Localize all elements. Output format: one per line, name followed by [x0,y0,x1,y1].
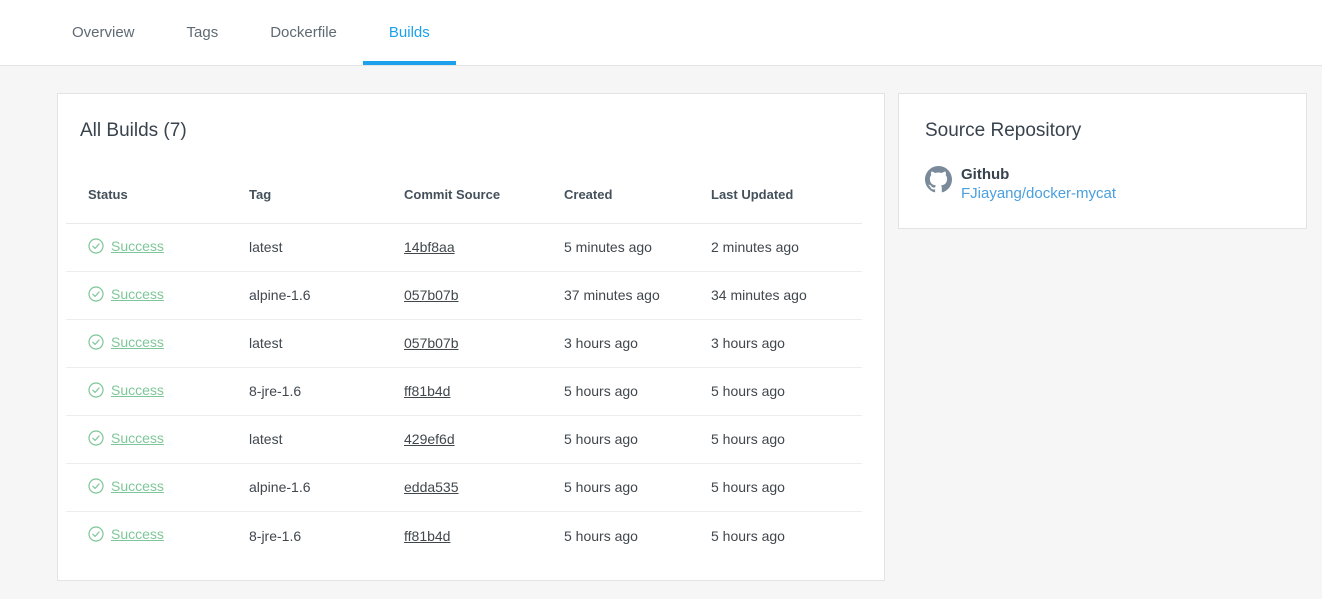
check-circle-icon [88,526,104,542]
column-header-commit-source: Commit Source [382,186,542,224]
status-cell: Success [66,319,227,368]
commit-cell: ff81b4d [382,367,542,416]
commit-link[interactable]: 14bf8aa [404,239,455,255]
column-header-last-updated: Last Updated [689,186,862,224]
all-builds-title: All Builds (7) [80,120,187,141]
status-cell: Success [66,511,227,559]
tab-tags-label: Tags [186,24,219,41]
table-row: Success 8-jre-1.6 ff81b4d 5 hours ago 5 … [66,367,862,416]
table-row: Success alpine-1.6 edda535 5 hours ago 5… [66,463,862,512]
build-status-label: Success [111,381,164,398]
commit-link[interactable]: 057b07b [404,287,459,303]
repo-link[interactable]: FJiayang/docker-mycat [961,184,1116,204]
repo-provider-label: Github [961,165,1010,183]
status-cell: Success [66,463,227,512]
tab-overview[interactable]: Overview [46,0,161,65]
table-row: Success latest 14bf8aa 5 minutes ago 2 m… [66,223,862,272]
updated-cell: 34 minutes ago [689,271,862,320]
updated-cell: 5 hours ago [689,415,862,464]
github-icon [925,165,952,193]
tab-overview-label: Overview [72,24,135,41]
commit-link[interactable]: 057b07b [404,335,459,351]
status-cell: Success [66,415,227,464]
tag-cell: 8-jre-1.6 [227,367,382,416]
column-header-created: Created [542,186,689,224]
check-circle-icon [88,478,104,494]
check-circle-icon [88,382,104,398]
tag-cell: alpine-1.6 [227,463,382,512]
build-status-link[interactable]: Success [88,430,164,446]
tab-dockerfile[interactable]: Dockerfile [244,0,363,65]
builds-page: All Builds (7) Status Tag Commit Source … [0,66,1322,599]
updated-cell: 3 hours ago [689,319,862,368]
created-cell: 5 hours ago [542,415,689,464]
all-builds-card: All Builds (7) Status Tag Commit Source … [57,93,885,581]
commit-cell: ff81b4d [382,511,542,559]
tab-builds[interactable]: Builds [363,0,456,65]
commit-link[interactable]: edda535 [404,479,459,495]
tag-cell: latest [227,319,382,368]
build-status-link[interactable]: Success [88,238,164,254]
commit-cell: 057b07b [382,271,542,320]
updated-cell: 5 hours ago [711,527,785,544]
created-cell: 5 hours ago [542,367,689,416]
column-header-tag: Tag [227,186,382,224]
build-status-label: Success [111,429,164,446]
tag-cell: alpine-1.6 [227,271,382,320]
check-circle-icon [88,334,104,350]
created-cell: 5 minutes ago [542,223,689,272]
builds-table-header-row: Status Tag Commit Source Created Last Up… [66,186,862,224]
commit-link[interactable]: ff81b4d [404,528,450,544]
updated-cell: 2 minutes ago [689,223,862,272]
build-status-link[interactable]: Success [88,526,164,542]
commit-cell: 429ef6d [382,415,542,464]
status-cell: Success [66,367,227,416]
build-status-label: Success [111,333,164,350]
commit-link[interactable]: ff81b4d [404,383,450,399]
created-cell: 5 hours ago [542,463,689,512]
repo-tabbar: Overview Tags Dockerfile Builds [0,0,1322,66]
tab-builds-label: Builds [388,24,430,41]
build-status-label: Success [111,285,164,302]
commit-cell: edda535 [382,463,542,512]
build-status-label: Success [111,477,164,494]
table-row: Success latest 429ef6d 5 hours ago 5 hou… [66,415,862,464]
tag-cell: 8-jre-1.6 [249,527,302,544]
build-status-link[interactable]: Success [88,334,164,350]
created-cell: 5 hours ago [564,527,638,544]
commit-cell: 057b07b [382,319,542,368]
tab-dockerfile-label: Dockerfile [270,24,337,41]
check-circle-icon [88,286,104,302]
table-row: Success alpine-1.6 057b07b 37 minutes ag… [66,271,862,320]
build-status-label: Success [111,237,164,254]
check-circle-icon [88,238,104,254]
updated-cell: 5 hours ago [689,463,862,512]
tag-cell: latest [227,415,382,464]
builds-table-body: Success latest 14bf8aa 5 minutes ago 2 m… [66,223,862,559]
builds-table: Status Tag Commit Source Created Last Up… [66,186,862,560]
commit-link[interactable]: 429ef6d [404,431,455,447]
column-header-status: Status [66,186,227,224]
status-cell: Success [66,223,227,272]
tag-cell: latest [227,223,382,272]
source-repository-title: Source Repository [925,120,1082,141]
tab-tags[interactable]: Tags [161,0,245,65]
source-repository-card: Source Repository Github FJiayang/docker… [898,93,1307,229]
check-circle-icon [88,430,104,446]
build-status-link[interactable]: Success [88,286,164,302]
build-status-link[interactable]: Success [88,478,164,494]
created-cell: 37 minutes ago [542,271,689,320]
created-cell: 3 hours ago [542,319,689,368]
build-status-label: Success [111,526,164,543]
updated-cell: 5 hours ago [689,367,862,416]
build-status-link[interactable]: Success [88,382,164,398]
table-row: Success latest 057b07b 3 hours ago 3 hou… [66,319,862,368]
commit-cell: 14bf8aa [382,223,542,272]
table-row: Success 8-jre-1.6 ff81b4d 5 hours ago 5 … [66,511,862,559]
status-cell: Success [66,271,227,320]
source-repository-row: Github FJiayang/docker-mycat [925,165,1282,204]
